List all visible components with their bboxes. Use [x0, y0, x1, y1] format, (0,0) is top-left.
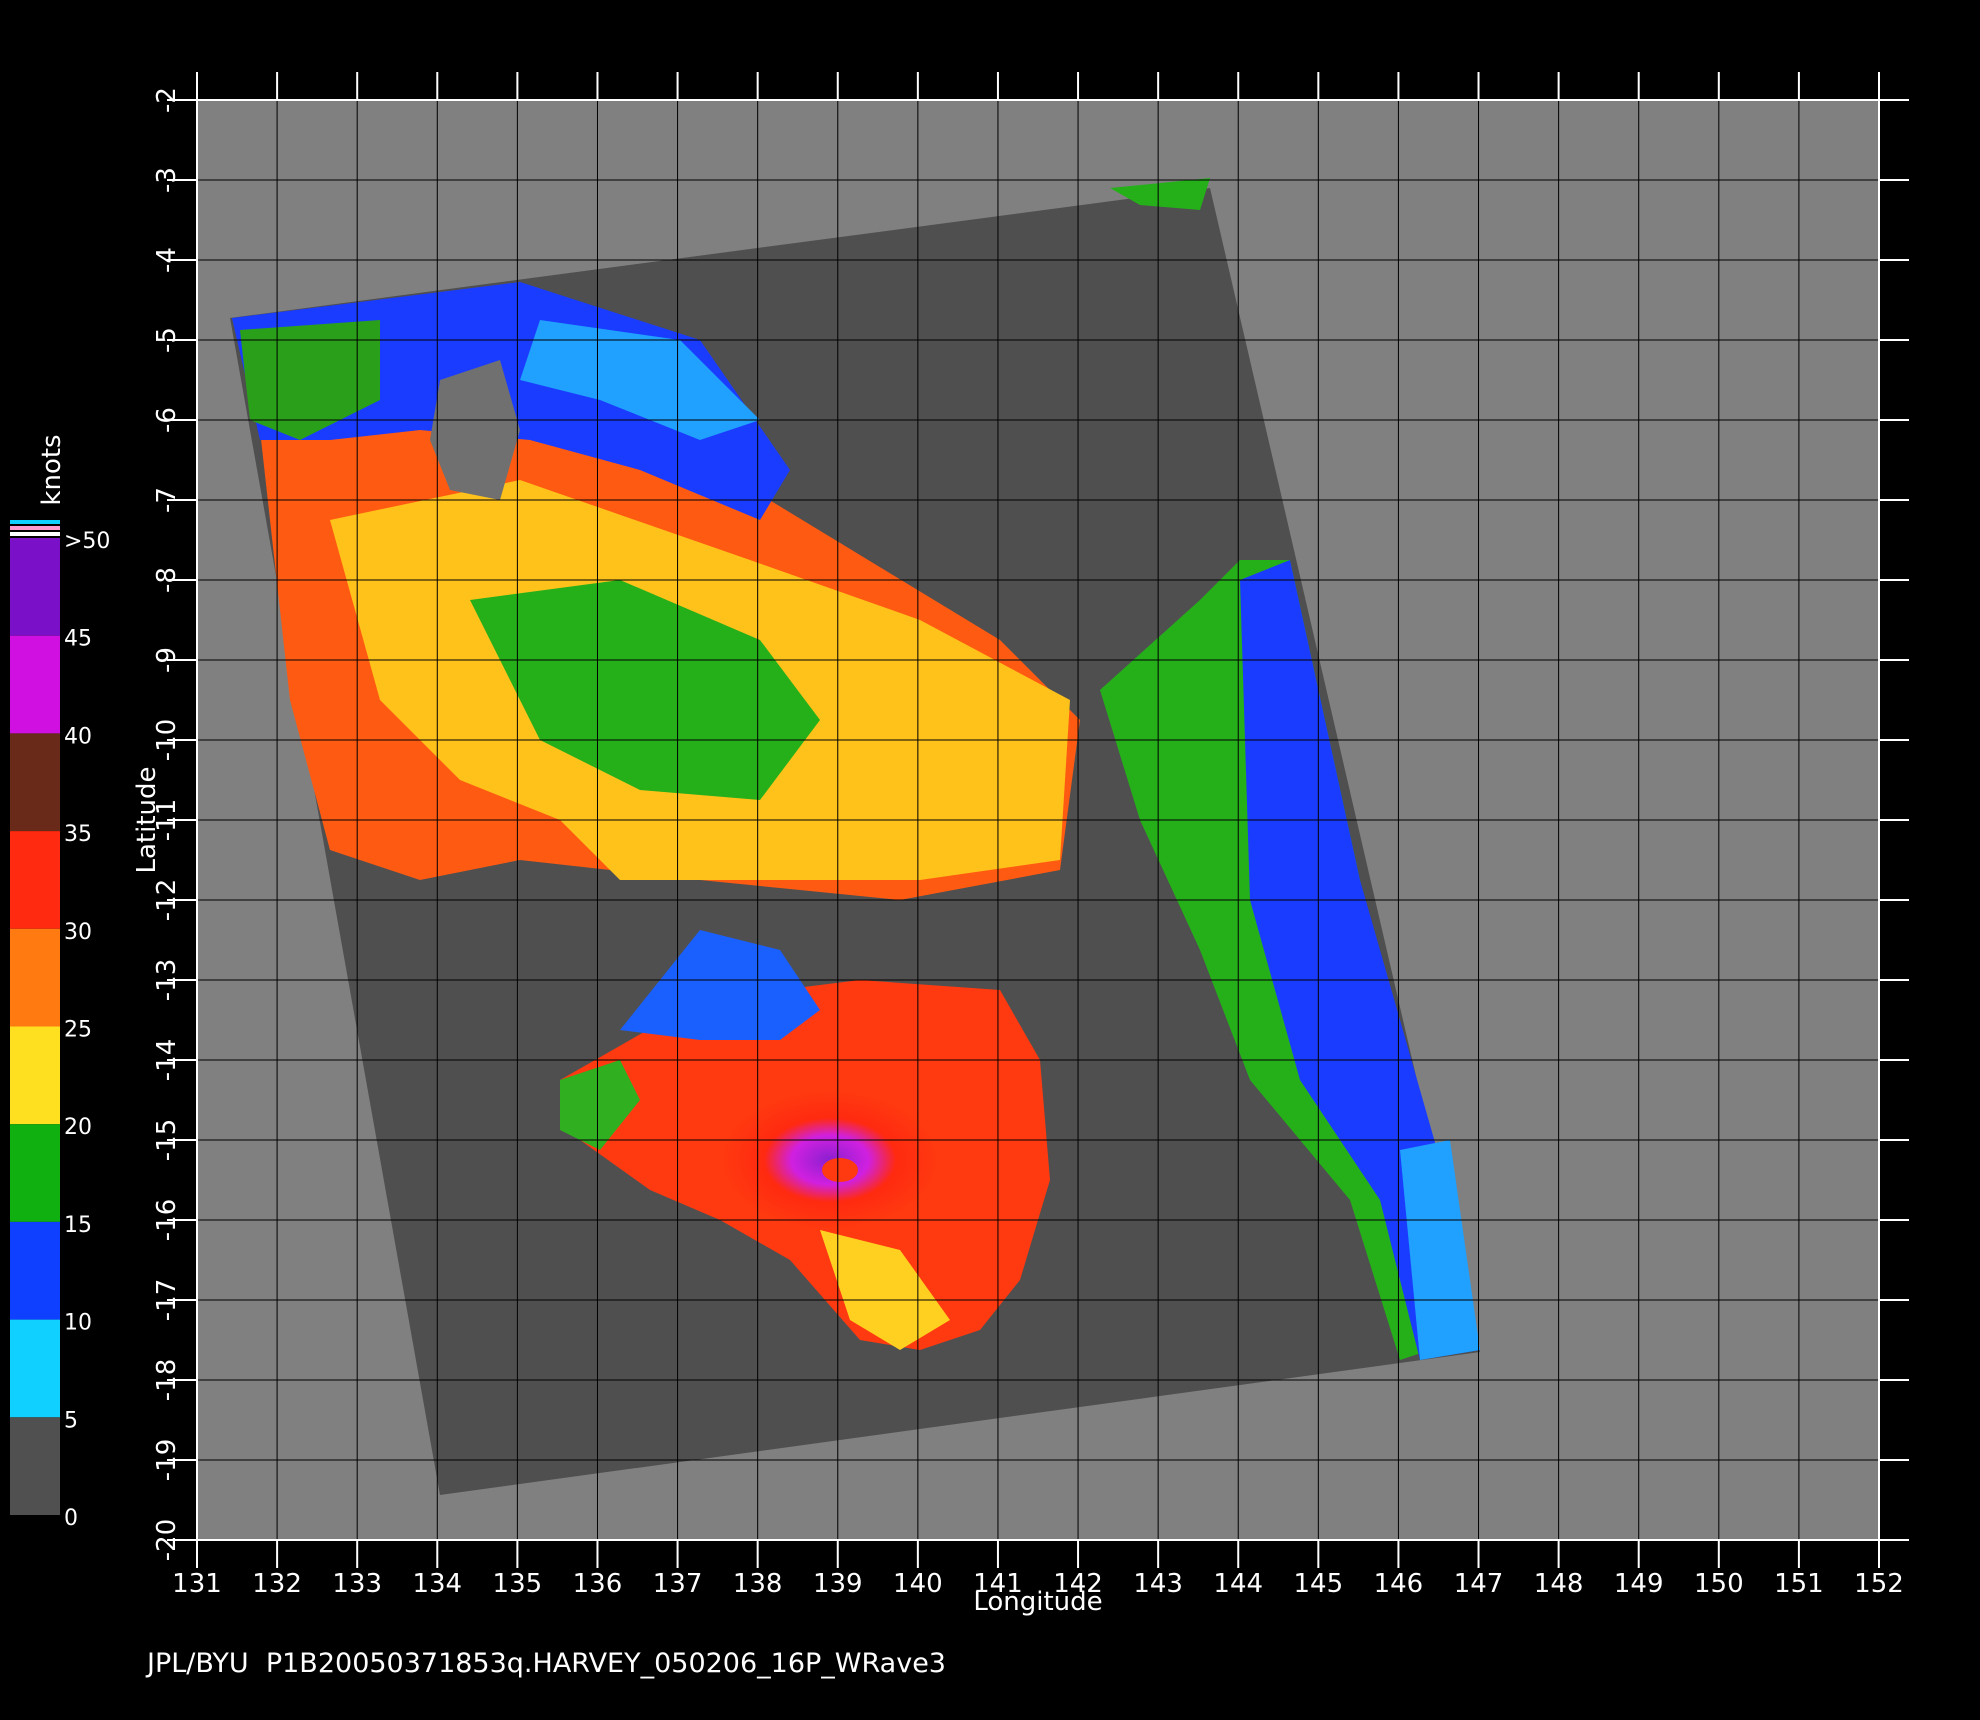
storm-core	[720, 1090, 940, 1230]
y-tick-label: -6	[152, 407, 182, 433]
y-tick-label: -5	[152, 327, 182, 353]
colorbar-units: knots	[37, 434, 67, 505]
x-tick-label: 145	[1294, 1569, 1344, 1599]
x-tick-label: 135	[493, 1569, 543, 1599]
y-tick-label: -16	[152, 1199, 182, 1241]
y-tick-label: -17	[152, 1279, 182, 1321]
wind-map-figure: 131 132 133 134 135 136 137 138 139 140 141 142 143 1…	[10, 72, 1909, 1679]
colorbar-top-cap-cyan	[10, 520, 60, 524]
colorbar-band	[10, 1124, 60, 1222]
colorbar-label: 35	[64, 822, 92, 847]
x-tick-label: 144	[1213, 1569, 1263, 1599]
y-tick-label: -15	[152, 1119, 182, 1161]
colorbar-label: 20	[64, 1115, 92, 1140]
x-tick-label: 146	[1374, 1569, 1424, 1599]
x-tick-label: 132	[252, 1569, 302, 1599]
y-tick-label: -13	[152, 959, 182, 1001]
y-tick-label: -7	[152, 487, 182, 513]
y-tick-label: -8	[152, 567, 182, 593]
colorbar-label: 15	[64, 1213, 92, 1238]
x-tick-label: 133	[332, 1569, 382, 1599]
colorbar-top-cap-white	[10, 532, 60, 536]
colorbar: >50 45 40 35 30 25 20 15 10 5 0 knots	[10, 434, 110, 1531]
y-tick-label: -10	[152, 719, 182, 761]
y-tick-label: -9	[152, 647, 182, 673]
colorbar-label: >50	[64, 529, 110, 554]
y-tick-label: -18	[152, 1359, 182, 1401]
colorbar-labels: >50 45 40 35 30 25 20 15 10 5 0	[64, 529, 110, 1531]
colorbar-label: 0	[64, 1506, 78, 1531]
colorbar-top-cap-pink	[10, 526, 60, 530]
x-tick-label: 134	[412, 1569, 462, 1599]
x-tick-label: 137	[653, 1569, 703, 1599]
x-axis-label: Longitude	[973, 1587, 1102, 1617]
y-tick-label: -3	[152, 167, 182, 193]
colorbar-label: 45	[64, 627, 92, 652]
y-tick-label: -4	[152, 247, 182, 273]
colorbar-label: 25	[64, 1018, 92, 1043]
y-axis-label: Latitude	[132, 766, 162, 873]
y-tick-label: -20	[152, 1519, 182, 1561]
x-tick-label: 138	[733, 1569, 783, 1599]
x-tick-label: 131	[172, 1569, 222, 1599]
x-tick-label: 140	[893, 1569, 943, 1599]
colorbar-band	[10, 1417, 60, 1515]
colorbar-band	[10, 928, 60, 1027]
x-tick-label: 151	[1774, 1569, 1824, 1599]
colorbar-band	[10, 831, 60, 929]
storm-eye	[822, 1158, 858, 1182]
y-tick-label: -2	[152, 87, 182, 113]
footer-caption: JPL/BYU P1B20050371853q.HARVEY_050206_16…	[145, 1648, 946, 1679]
x-tick-label: 149	[1614, 1569, 1664, 1599]
x-tick-label: 136	[573, 1569, 623, 1599]
y-tick-label: -12	[152, 879, 182, 921]
colorbar-label: 5	[64, 1408, 78, 1433]
colorbar-band	[10, 1221, 60, 1320]
colorbar-band	[10, 635, 60, 734]
colorbar-label: 10	[64, 1311, 92, 1336]
x-tick-label: 152	[1854, 1569, 1904, 1599]
colorbar-bands	[10, 538, 60, 1515]
colorbar-band	[10, 733, 60, 832]
colorbar-band	[10, 1026, 60, 1125]
x-tick-label: 139	[813, 1569, 863, 1599]
x-tick-label: 148	[1534, 1569, 1584, 1599]
y-tick-label: -14	[152, 1039, 182, 1081]
colorbar-label: 30	[64, 920, 92, 945]
x-tick-label: 147	[1454, 1569, 1504, 1599]
colorbar-band	[10, 538, 60, 636]
colorbar-label: 40	[64, 724, 92, 749]
x-tick-label: 143	[1133, 1569, 1183, 1599]
y-tick-label: -19	[152, 1439, 182, 1481]
colorbar-band	[10, 1319, 60, 1418]
x-tick-label: 150	[1694, 1569, 1744, 1599]
